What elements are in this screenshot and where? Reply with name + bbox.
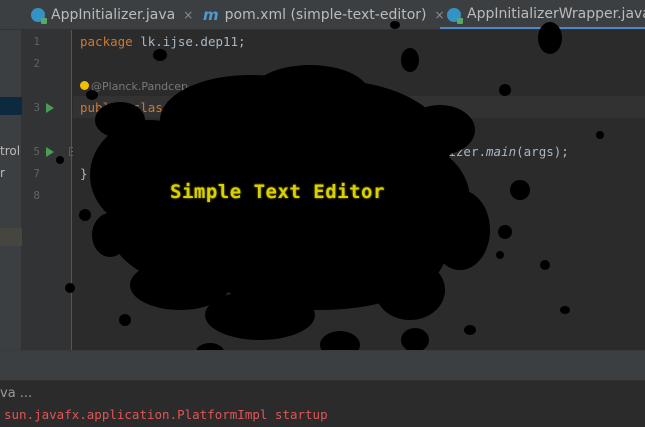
run-class-icon[interactable] — [46, 103, 54, 113]
maven-icon: m — [203, 6, 219, 24]
editor-tab-bar: AppInitializer.java × m pom.xml (simple-… — [0, 0, 645, 30]
code-editor[interactable]: package lk.ijse.dep11; @Planck.Pandcep p… — [73, 30, 645, 350]
line-number: 5 — [33, 145, 40, 158]
tab-label: pom.xml (simple-text-editor) — [224, 7, 427, 23]
highlighted-tree-row[interactable] — [0, 228, 22, 246]
close-icon[interactable]: × — [435, 8, 445, 22]
code-line-3b: Ma ka — [113, 122, 151, 137]
close-icon[interactable]: × — [183, 8, 193, 22]
tree-item-fragment[interactable]: trol — [0, 144, 20, 158]
run-console-panel: va ... sun.javafx.application.PlatformIm… — [0, 350, 645, 427]
author-hint[interactable]: @Planck.Pandcep — [80, 80, 188, 93]
line-number: 7 — [33, 167, 40, 180]
tab-appinitializer-wrapper[interactable]: AppInitializerWrapper.java — [447, 0, 645, 29]
line-number: 2 — [33, 57, 40, 70]
project-panel-edge[interactable]: trol r — [0, 30, 22, 350]
lightbulb-icon[interactable] — [80, 81, 89, 90]
console-tab-strip — [0, 351, 645, 381]
console-output-line: sun.javafx.application.PlatformImpl star… — [4, 407, 328, 422]
run-main-icon[interactable] — [46, 147, 54, 157]
line-gutter: 1 2 3 5 7 8 − — [22, 30, 78, 350]
line-number: 1 — [33, 35, 40, 48]
tab-pom-xml[interactable]: m pom.xml (simple-text-editor) × — [203, 0, 445, 29]
tab-label: AppInitializerWrapper.java — [467, 6, 645, 22]
code-line-3: public class In ppe: { — [80, 100, 336, 115]
line-number: 3 — [33, 101, 40, 114]
line-number: 8 — [33, 189, 40, 202]
tab-appinitializer[interactable]: AppInitializer.java × — [31, 0, 193, 29]
code-line-5: g[ App .ializer.main(args); — [343, 144, 569, 159]
run-config-label[interactable]: va ... — [0, 386, 32, 401]
tab-label: AppInitializer.java — [51, 7, 176, 23]
java-class-icon — [447, 8, 463, 24]
selected-tree-row[interactable] — [0, 97, 22, 115]
tree-item-fragment[interactable]: r — [0, 166, 5, 180]
code-line-7: } — [80, 166, 88, 181]
code-line-1: package lk.ijse.dep11; — [80, 34, 246, 49]
java-class-icon — [31, 8, 47, 24]
